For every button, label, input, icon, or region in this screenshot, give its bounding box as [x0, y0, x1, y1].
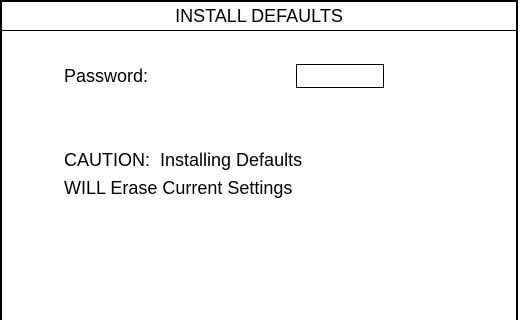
title-divider [0, 30, 518, 31]
caution-message-line-2: WILL Erase Current Settings [64, 178, 293, 198]
install-defaults-dialog: INSTALL DEFAULTS Password: CAUTION: Inst… [0, 0, 522, 320]
dialog-left-border [0, 0, 2, 320]
password-input[interactable] [296, 64, 384, 88]
dialog-right-border [516, 0, 518, 320]
password-label: Password: [64, 66, 149, 86]
dialog-title: INSTALL DEFAULTS [175, 6, 343, 26]
caution-message-line-1: CAUTION: Installing Defaults [64, 150, 303, 170]
dialog-top-border [0, 0, 518, 2]
